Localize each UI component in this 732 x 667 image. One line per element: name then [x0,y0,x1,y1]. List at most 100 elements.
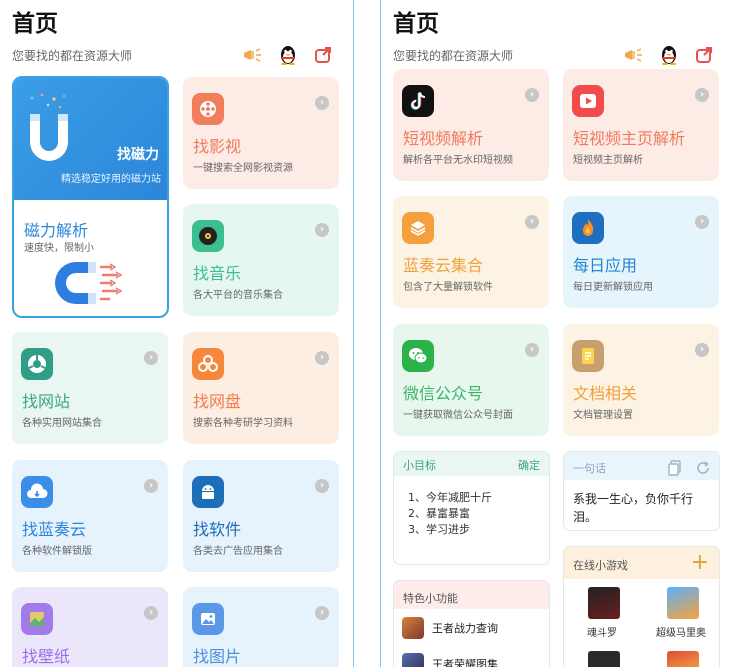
copy-icon[interactable] [668,460,682,480]
card-find-netdisk[interactable]: › 找网盘 搜索各种考研学习资料 [183,332,339,444]
contra-game-icon[interactable] [588,587,620,619]
goals-confirm-button[interactable]: 确定 [518,457,540,473]
goal-item: 2、暴富暴富 [408,507,470,520]
card-title: 找音乐 [193,264,242,283]
card-desc: 每日更新解锁应用 [573,282,653,293]
card-desc: 解析各平台无水印短视频 [403,155,513,166]
card-short-video-home-parse[interactable]: › 短视频主页解析 短视频主页解析 [563,69,719,181]
card-desc: 包含了大量解锁软件 [403,282,493,293]
game-icon[interactable] [667,651,699,667]
game-label: 魂斗罗 [587,628,617,639]
card-desc: 各大平台的音乐集合 [193,290,283,301]
card-find-websites[interactable]: › 找网站 各种实用网站集合 [12,332,168,444]
card-title: 找网盘 [193,392,242,411]
feature-label: 王者荣耀图集 [432,658,498,667]
chevron-right-icon[interactable]: › [315,606,329,620]
vinyl-record-icon [192,220,224,252]
chevron-right-icon[interactable]: › [315,223,329,237]
android-icon [192,476,224,508]
magnet-icon [30,93,68,161]
card-desc: 各类去广告应用集合 [193,546,283,557]
wallpaper-icon [21,603,53,635]
card-find-software[interactable]: › 找软件 各类去广告应用集合 [183,460,339,572]
chevron-right-icon[interactable]: › [144,606,158,620]
picture-icon [192,603,224,635]
card-title: 找图片 [193,647,242,666]
card-desc: 一键搜索全网影视资源 [193,163,293,174]
card-desc: 一键获取微信公众号封面 [403,410,513,421]
chevron-right-icon[interactable]: › [525,215,539,229]
game-label: 超级马里奥 [656,628,706,639]
page-subtitle: 您要找的都在资源大师 [393,49,514,63]
card-title: 微信公众号 [403,384,484,403]
card-title: 找网站 [22,392,71,411]
card-title: 短视频主页解析 [573,129,686,148]
magnet-parse-desc: 速度快，限制小 [24,243,94,254]
chrome-icon [21,348,53,380]
magnet-banner-title: 找磁力 [117,147,159,163]
chevron-right-icon[interactable]: › [525,88,539,102]
flame-icon [572,212,604,244]
card-find-movies[interactable]: › 找影视 一键搜索全网影视资源 [183,77,339,189]
magnet-banner[interactable]: 找磁力 精选稳定好用的磁力站 [14,78,167,200]
panel-divider [353,0,354,667]
card-find-wallpaper[interactable]: › 找壁纸 [12,587,168,667]
quote-widget: 一句话 系我一生心，负你千行泪。 [563,451,720,531]
card-find-lanzou[interactable]: › 找蓝奏云 各种软件解锁版 [12,460,168,572]
card-title: 找壁纸 [22,647,71,666]
qq-penguin-icon[interactable] [277,44,299,66]
chevron-right-icon[interactable]: › [144,351,158,365]
horseshoe-magnet-icon [55,262,123,304]
card-desc: 短视频主页解析 [573,155,643,166]
share-icon[interactable] [312,44,334,66]
magnet-parse-title: 磁力解析 [24,221,89,240]
king-glory-avatar-icon [402,617,424,639]
super-mario-game-icon[interactable] [667,587,699,619]
magnet-banner-desc: 精选稳定好用的磁力站 [61,174,161,185]
card-lanzou-collection[interactable]: › 蓝奏云集合 包含了大量解锁软件 [393,196,549,308]
chevron-right-icon[interactable]: › [315,479,329,493]
goals-input[interactable]: 1、今年减肥十斤 2、暴富暴富 3、学习进步 [408,490,492,538]
chevron-right-icon[interactable]: › [144,479,158,493]
document-icon [572,340,604,372]
add-game-button[interactable]: + [691,550,709,575]
card-title: 找软件 [193,520,242,539]
chevron-right-icon[interactable]: › [695,88,709,102]
card-find-pictures[interactable]: › 找图片 [183,587,339,667]
card-title: 找影视 [193,137,242,156]
right-screen: 首页 您要找的都在资源大师 › 短视频解析 解析各平台无水印短视频 › 短视频主… [381,0,732,667]
card-short-video-parse[interactable]: › 短视频解析 解析各平台无水印短视频 [393,69,549,181]
megaphone-icon[interactable] [622,44,644,66]
card-title: 每日应用 [573,256,638,275]
goal-item: 3、学习进步 [408,523,470,536]
card-wechat-official[interactable]: › 微信公众号 一键获取微信公众号封面 [393,324,549,436]
magnet-card[interactable]: 找磁力 精选稳定好用的磁力站 磁力解析 速度快，限制小 [12,76,169,318]
card-find-music[interactable]: › 找音乐 各大平台的音乐集合 [183,204,339,316]
page-title: 首页 [12,11,58,37]
play-button-icon [572,85,604,117]
games-title: 在线小游戏 [573,559,628,572]
games-widget: 在线小游戏 + 魂斗罗 超级马里奥 [563,546,720,667]
card-title: 短视频解析 [403,129,484,148]
card-daily-apps[interactable]: › 每日应用 每日更新解锁应用 [563,196,719,308]
chevron-right-icon[interactable]: › [315,351,329,365]
chevron-right-icon[interactable]: › [695,215,709,229]
chevron-right-icon[interactable]: › [315,96,329,110]
megaphone-icon[interactable] [241,44,263,66]
page-title: 首页 [393,11,439,37]
refresh-icon[interactable] [695,460,711,480]
king-glory-gallery-icon [402,653,424,667]
share-icon[interactable] [693,44,715,66]
card-title: 找蓝奏云 [22,520,87,539]
cloud-icon [21,476,53,508]
network-share-icon [192,348,224,380]
page-subtitle: 您要找的都在资源大师 [12,49,133,63]
card-documents[interactable]: › 文档相关 文档管理设置 [563,324,719,436]
goal-item: 1、今年减肥十斤 [408,491,492,504]
qq-penguin-icon[interactable] [658,44,680,66]
chevron-right-icon[interactable]: › [525,343,539,357]
game-icon[interactable] [588,651,620,667]
card-desc: 文档管理设置 [573,410,633,421]
chevron-right-icon[interactable]: › [695,343,709,357]
left-screen: 首页 您要找的都在资源大师 找磁力 精选稳定好用的磁力站 磁力解析 速度快，限制… [0,0,353,667]
